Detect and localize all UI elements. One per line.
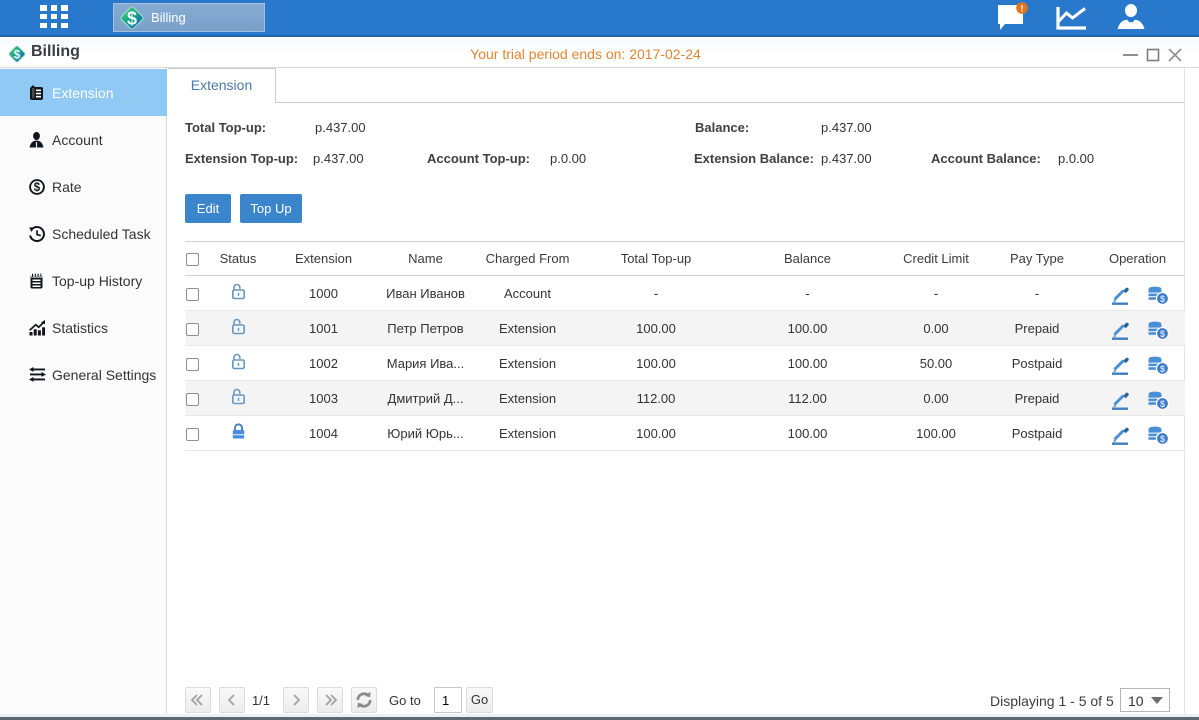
svg-text:$: $ (127, 8, 137, 28)
svg-text:$: $ (1159, 364, 1164, 374)
svg-text:!: ! (1021, 4, 1024, 14)
svg-text:$: $ (1159, 434, 1164, 444)
svg-text:$: $ (1159, 294, 1164, 304)
svg-text:$: $ (1159, 329, 1164, 339)
svg-text:$: $ (34, 182, 41, 194)
svg-text:$: $ (1159, 399, 1164, 409)
